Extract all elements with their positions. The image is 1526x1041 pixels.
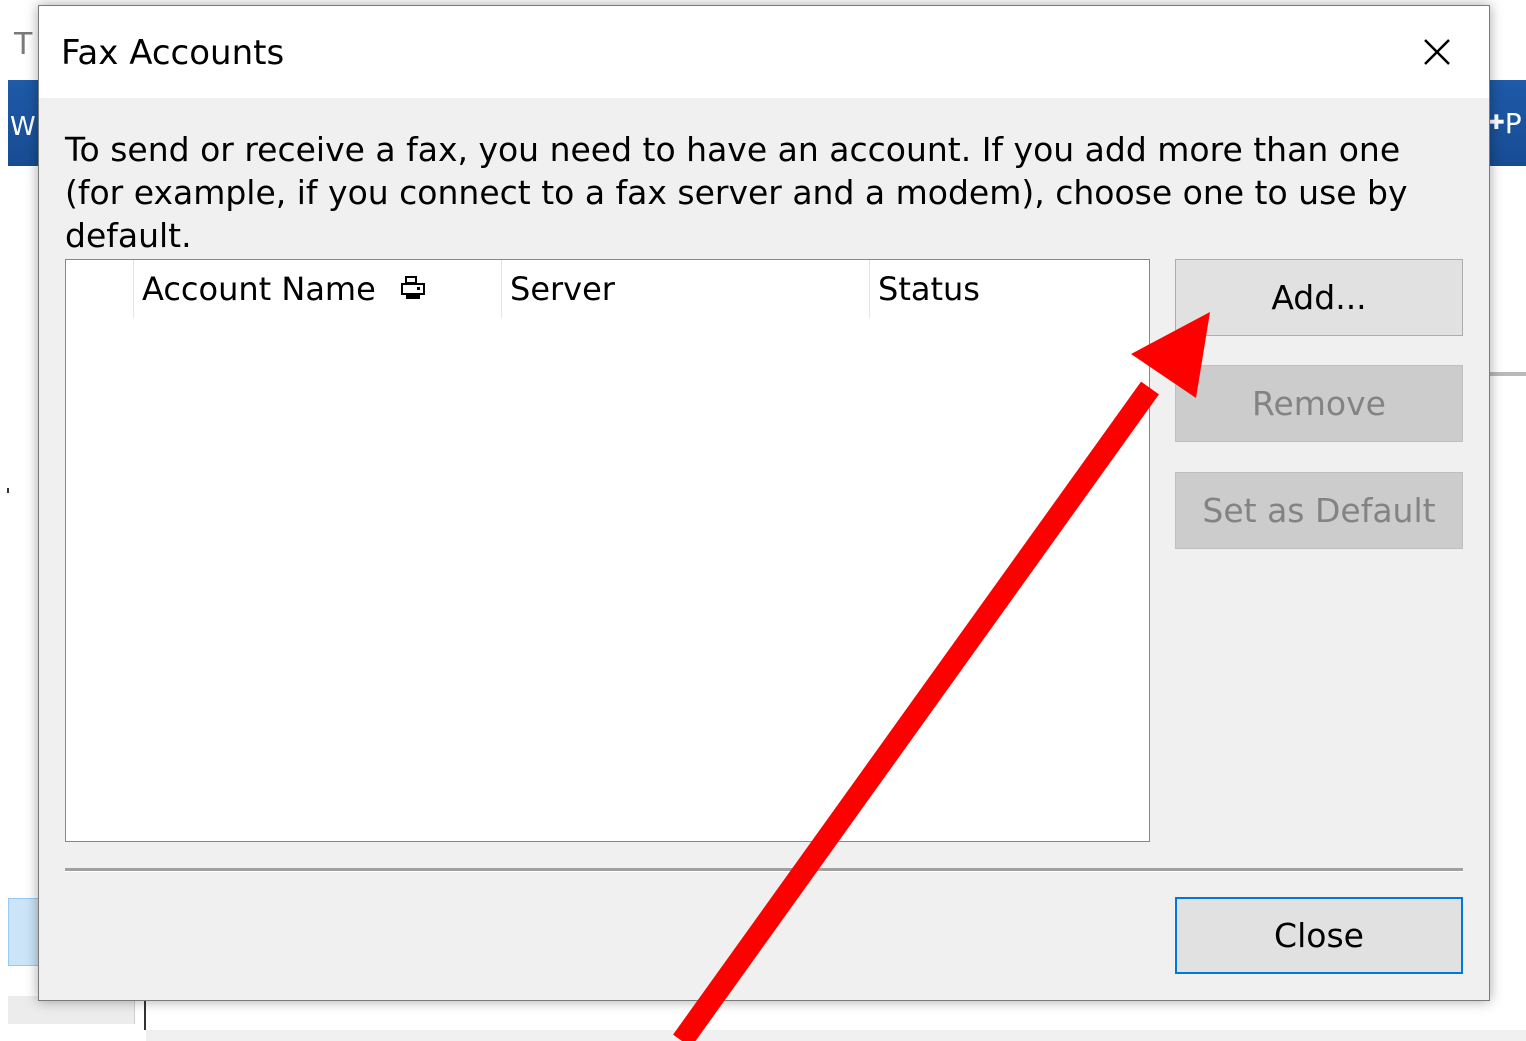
dialog-description: To send or receive a fax, you need to ha… [65,130,1408,255]
background-toolbar-label: P [1504,107,1522,140]
add-button[interactable]: Add... [1175,259,1463,336]
background-toolbar-text-left: W [10,112,36,142]
accounts-list[interactable]: Account Name Server Status [65,259,1150,842]
fax-accounts-dialog: Fax Accounts To send or receive a fax, y… [38,5,1490,1001]
background-toolbar-text-right: ✚P [1488,110,1522,138]
dialog-titlebar[interactable]: Fax Accounts [39,6,1489,98]
background-splitter[interactable] [144,1000,146,1030]
background-mark [7,488,9,493]
dialog-title: Fax Accounts [61,33,285,73]
close-icon[interactable] [1417,32,1457,72]
close-button[interactable]: Close [1175,897,1463,974]
dialog-separator [65,868,1463,872]
background-status-bar [146,1030,1526,1041]
column-header-server[interactable]: Server [502,260,870,318]
column-header-account-name[interactable]: Account Name [134,260,502,318]
background-window-title: T [14,27,33,62]
sort-indicator-icon [398,262,428,299]
remove-button[interactable]: Remove [1175,365,1463,442]
column-header-account-name-label: Account Name [142,270,376,308]
column-header-blank[interactable] [66,260,134,318]
background-divider [1490,372,1526,376]
screen: T W ✚P Fax Accounts To send or receive a… [0,0,1526,1041]
column-header-status[interactable]: Status [870,260,1148,318]
set-as-default-button[interactable]: Set as Default [1175,472,1463,549]
accounts-list-header: Account Name Server Status [66,260,1149,318]
background-toolbar-icon: ✚ [1488,110,1505,134]
